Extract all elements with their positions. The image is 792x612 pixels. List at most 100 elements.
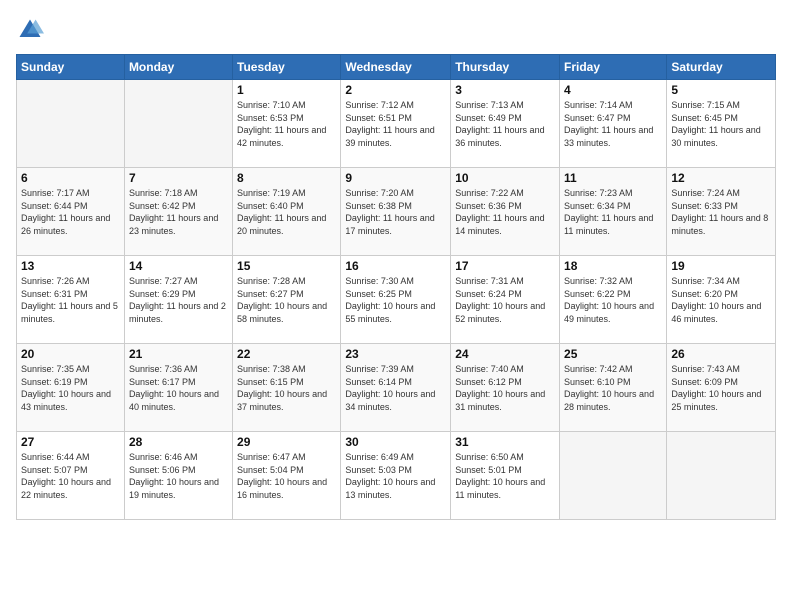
calendar-cell: 5Sunrise: 7:15 AMSunset: 6:45 PMDaylight… <box>667 80 776 168</box>
day-info: Sunrise: 6:44 AMSunset: 5:07 PMDaylight:… <box>21 451 120 501</box>
calendar-cell: 7Sunrise: 7:18 AMSunset: 6:42 PMDaylight… <box>124 168 232 256</box>
calendar-cell <box>17 80 125 168</box>
weekday-header: Thursday <box>451 55 560 80</box>
calendar-week: 13 Sunrise: 7:26 AMSunset: 6:31 PMDayligh… <box>17 256 776 344</box>
header <box>16 16 776 44</box>
day-number: 17 <box>455 259 555 273</box>
day-info: Sunrise: 7:27 AMSunset: 6:29 PMDaylight:… <box>129 275 228 325</box>
calendar-cell <box>124 80 232 168</box>
day-number: 18 <box>564 259 662 273</box>
day-number: 23 <box>345 347 446 361</box>
calendar-cell: 6 Sunrise: 7:17 AMSunset: 6:44 PMDaylight… <box>17 168 125 256</box>
day-info: Sunrise: 7:24 AMSunset: 6:33 PMDaylight:… <box>671 187 771 237</box>
day-info: Sunrise: 7:10 AMSunset: 6:53 PMDaylight:… <box>237 99 336 149</box>
calendar-cell: 13 Sunrise: 7:26 AMSunset: 6:31 PMDayligh… <box>17 256 125 344</box>
day-info: Sunrise: 7:14 AMSunset: 6:47 PMDaylight:… <box>564 99 662 149</box>
day-number: 22 <box>237 347 336 361</box>
day-info: Sunrise: 7:13 AMSunset: 6:49 PMDaylight:… <box>455 99 555 149</box>
calendar-cell: 8Sunrise: 7:19 AMSunset: 6:40 PMDaylight… <box>233 168 341 256</box>
day-info: Sunrise: 6:47 AMSunset: 5:04 PMDaylight:… <box>237 451 336 501</box>
day-info: Sunrise: 7:12 AMSunset: 6:51 PMDaylight:… <box>345 99 446 149</box>
day-info: Sunrise: 7:23 AMSunset: 6:34 PMDaylight:… <box>564 187 662 237</box>
calendar-cell: 2 Sunrise: 7:12 AMSunset: 6:51 PMDaylight… <box>341 80 451 168</box>
day-info: Sunrise: 7:18 AMSunset: 6:42 PMDaylight:… <box>129 187 228 237</box>
weekday-header: Monday <box>124 55 232 80</box>
calendar-cell: 23 Sunrise: 7:39 AMSunset: 6:14 PMDayligh… <box>341 344 451 432</box>
calendar-week: 6 Sunrise: 7:17 AMSunset: 6:44 PMDaylight… <box>17 168 776 256</box>
day-info: Sunrise: 7:30 AMSunset: 6:25 PMDaylight:… <box>345 275 446 325</box>
calendar-cell: 11 Sunrise: 7:23 AMSunset: 6:34 PMDayligh… <box>560 168 667 256</box>
day-info: Sunrise: 7:39 AMSunset: 6:14 PMDaylight:… <box>345 363 446 413</box>
weekday-header: Saturday <box>667 55 776 80</box>
day-number: 24 <box>455 347 555 361</box>
weekday-header: Tuesday <box>233 55 341 80</box>
day-number: 16 <box>345 259 446 273</box>
day-number: 6 <box>21 171 120 185</box>
weekday-header: Friday <box>560 55 667 80</box>
calendar-cell: 15 Sunrise: 7:28 AMSunset: 6:27 PMDayligh… <box>233 256 341 344</box>
day-info: Sunrise: 7:26 AMSunset: 6:31 PMDaylight:… <box>21 275 120 325</box>
calendar: SundayMondayTuesdayWednesdayThursdayFrid… <box>16 54 776 520</box>
day-number: 11 <box>564 171 662 185</box>
calendar-cell: 1Sunrise: 7:10 AMSunset: 6:53 PMDaylight… <box>233 80 341 168</box>
day-number: 21 <box>129 347 228 361</box>
calendar-cell: 28 Sunrise: 6:46 AMSunset: 5:06 PMDayligh… <box>124 432 232 520</box>
day-number: 19 <box>671 259 771 273</box>
day-number: 29 <box>237 435 336 449</box>
day-number: 31 <box>455 435 555 449</box>
day-number: 8 <box>237 171 336 185</box>
day-number: 2 <box>345 83 446 97</box>
weekday-header-row: SundayMondayTuesdayWednesdayThursdayFrid… <box>17 55 776 80</box>
calendar-cell: 9Sunrise: 7:20 AMSunset: 6:38 PMDaylight… <box>341 168 451 256</box>
day-number: 15 <box>237 259 336 273</box>
calendar-cell: 21Sunrise: 7:36 AMSunset: 6:17 PMDayligh… <box>124 344 232 432</box>
day-number: 3 <box>455 83 555 97</box>
calendar-cell: 4 Sunrise: 7:14 AMSunset: 6:47 PMDaylight… <box>560 80 667 168</box>
calendar-cell: 31Sunrise: 6:50 AMSunset: 5:01 PMDayligh… <box>451 432 560 520</box>
calendar-cell: 3 Sunrise: 7:13 AMSunset: 6:49 PMDaylight… <box>451 80 560 168</box>
calendar-cell: 16 Sunrise: 7:30 AMSunset: 6:25 PMDayligh… <box>341 256 451 344</box>
day-info: Sunrise: 7:28 AMSunset: 6:27 PMDaylight:… <box>237 275 336 325</box>
calendar-cell: 17Sunrise: 7:31 AMSunset: 6:24 PMDayligh… <box>451 256 560 344</box>
day-number: 20 <box>21 347 120 361</box>
day-number: 13 <box>21 259 120 273</box>
day-number: 30 <box>345 435 446 449</box>
day-info: Sunrise: 6:46 AMSunset: 5:06 PMDaylight:… <box>129 451 228 501</box>
calendar-cell: 10 Sunrise: 7:22 AMSunset: 6:36 PMDayligh… <box>451 168 560 256</box>
calendar-week: 1Sunrise: 7:10 AMSunset: 6:53 PMDaylight… <box>17 80 776 168</box>
day-info: Sunrise: 7:32 AMSunset: 6:22 PMDaylight:… <box>564 275 662 325</box>
calendar-cell: 30 Sunrise: 6:49 AMSunset: 5:03 PMDayligh… <box>341 432 451 520</box>
day-number: 10 <box>455 171 555 185</box>
weekday-header: Wednesday <box>341 55 451 80</box>
calendar-cell: 12 Sunrise: 7:24 AMSunset: 6:33 PMDayligh… <box>667 168 776 256</box>
calendar-cell: 27Sunrise: 6:44 AMSunset: 5:07 PMDayligh… <box>17 432 125 520</box>
day-number: 12 <box>671 171 771 185</box>
calendar-cell: 29 Sunrise: 6:47 AMSunset: 5:04 PMDayligh… <box>233 432 341 520</box>
calendar-cell: 20Sunrise: 7:35 AMSunset: 6:19 PMDayligh… <box>17 344 125 432</box>
day-info: Sunrise: 7:42 AMSunset: 6:10 PMDaylight:… <box>564 363 662 413</box>
logo <box>16 16 48 44</box>
calendar-cell: 18 Sunrise: 7:32 AMSunset: 6:22 PMDayligh… <box>560 256 667 344</box>
day-number: 28 <box>129 435 228 449</box>
day-info: Sunrise: 7:34 AMSunset: 6:20 PMDaylight:… <box>671 275 771 325</box>
calendar-week: 20Sunrise: 7:35 AMSunset: 6:19 PMDayligh… <box>17 344 776 432</box>
day-info: Sunrise: 7:17 AMSunset: 6:44 PMDaylight:… <box>21 187 120 237</box>
day-number: 4 <box>564 83 662 97</box>
calendar-week: 27Sunrise: 6:44 AMSunset: 5:07 PMDayligh… <box>17 432 776 520</box>
day-info: Sunrise: 7:20 AMSunset: 6:38 PMDaylight:… <box>345 187 446 237</box>
day-info: Sunrise: 7:15 AMSunset: 6:45 PMDaylight:… <box>671 99 771 149</box>
day-number: 25 <box>564 347 662 361</box>
calendar-cell <box>560 432 667 520</box>
calendar-cell: 26 Sunrise: 7:43 AMSunset: 6:09 PMDayligh… <box>667 344 776 432</box>
day-info: Sunrise: 7:38 AMSunset: 6:15 PMDaylight:… <box>237 363 336 413</box>
calendar-cell: 25 Sunrise: 7:42 AMSunset: 6:10 PMDayligh… <box>560 344 667 432</box>
day-info: Sunrise: 6:49 AMSunset: 5:03 PMDaylight:… <box>345 451 446 501</box>
day-number: 26 <box>671 347 771 361</box>
calendar-cell: 24Sunrise: 7:40 AMSunset: 6:12 PMDayligh… <box>451 344 560 432</box>
day-info: Sunrise: 7:43 AMSunset: 6:09 PMDaylight:… <box>671 363 771 413</box>
logo-icon <box>16 16 44 44</box>
calendar-cell <box>667 432 776 520</box>
page: SundayMondayTuesdayWednesdayThursdayFrid… <box>0 0 792 612</box>
day-info: Sunrise: 7:22 AMSunset: 6:36 PMDaylight:… <box>455 187 555 237</box>
calendar-cell: 14Sunrise: 7:27 AMSunset: 6:29 PMDayligh… <box>124 256 232 344</box>
